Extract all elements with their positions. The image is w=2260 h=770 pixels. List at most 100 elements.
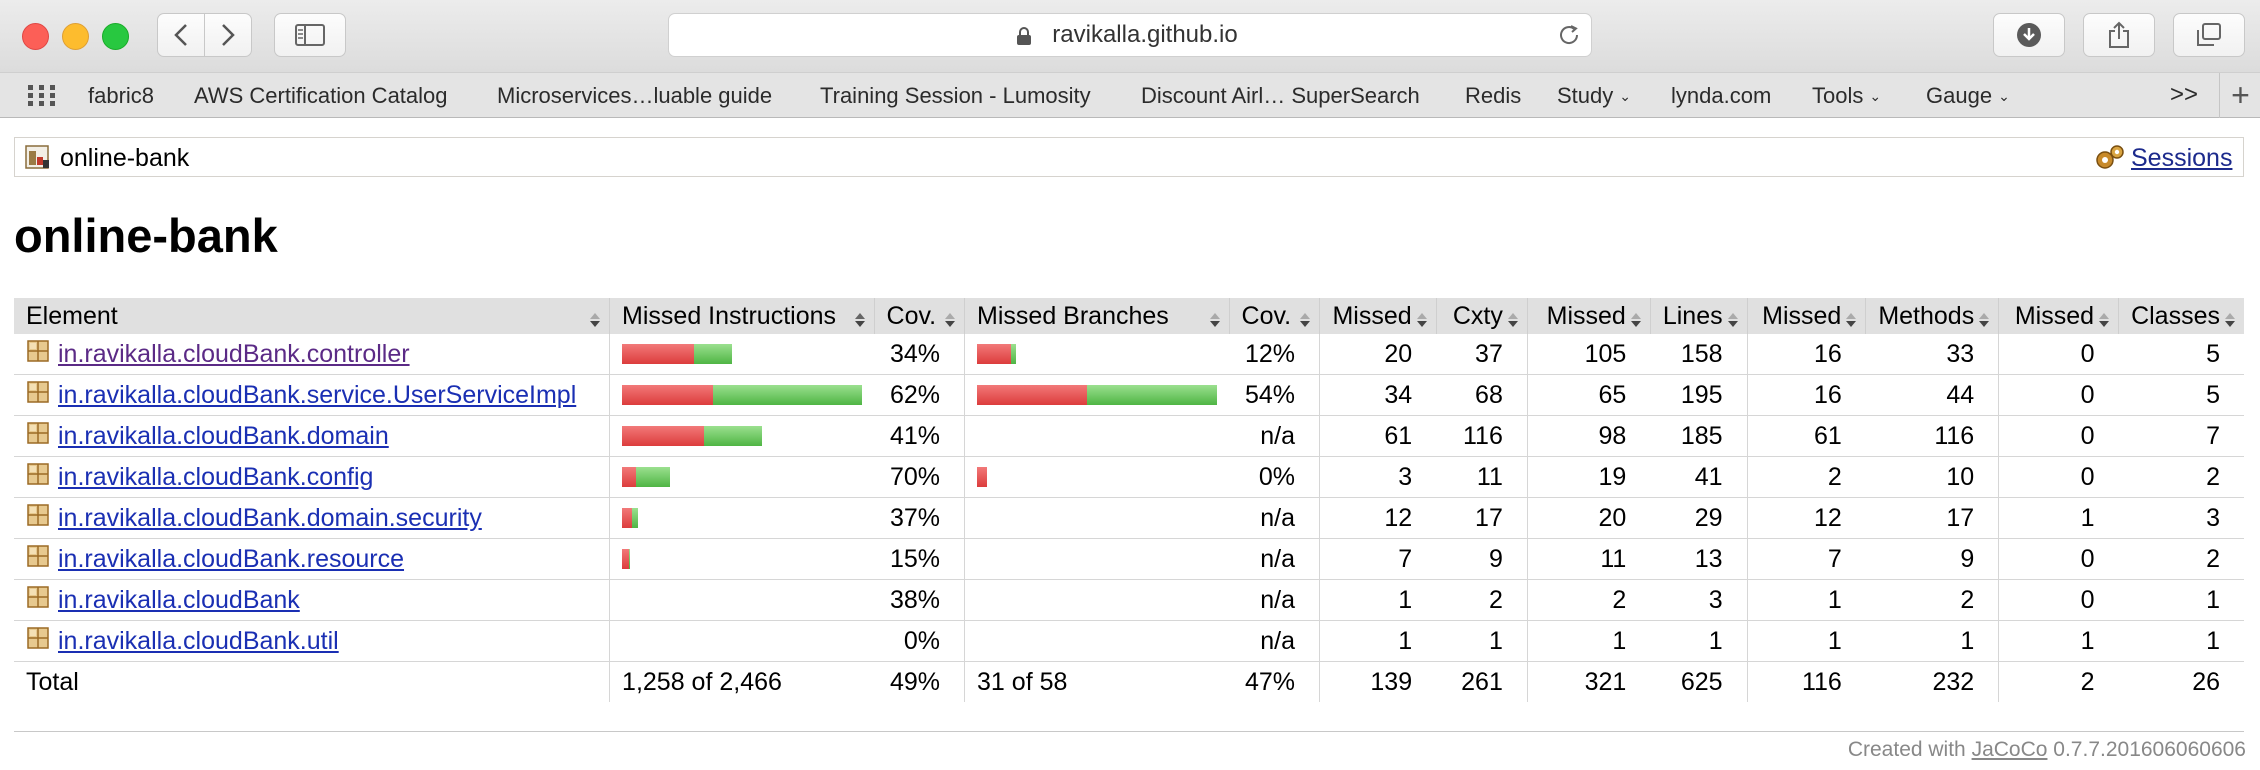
sidebar-icon [295, 24, 325, 46]
column-header-missed-classes[interactable]: Missed [1998, 298, 2119, 334]
bookmark-item[interactable]: Study ⌄ [1557, 83, 1631, 109]
column-header-complexity[interactable]: Cxty [1435, 298, 1528, 336]
package-link[interactable]: in.ravikalla.cloudBank.resource [58, 545, 404, 574]
total-row: Total 1,258 of 2,466 49% 31 of 58 47% 13… [14, 661, 2244, 702]
package-link[interactable]: in.ravikalla.cloudBank.config [58, 463, 373, 492]
package-link[interactable]: in.ravikalla.cloudBank.domain [58, 422, 389, 451]
package-link[interactable]: in.ravikalla.cloudBank.domain.security [58, 504, 482, 533]
bookmark-item[interactable]: Discount Airl… SuperSearch [1141, 83, 1420, 109]
covered-bar-segment [713, 385, 863, 405]
complexity: 1 [1436, 620, 1528, 662]
missed-instructions-cell [609, 620, 875, 662]
methods: 33 [1865, 334, 1999, 375]
package-icon [26, 462, 50, 493]
lock-icon [1016, 25, 1032, 53]
coverage-bar [622, 631, 862, 651]
footer-version: 0.7.7.201606060606 [2053, 738, 2246, 761]
column-header-label: Missed [1546, 301, 1626, 330]
bookmark-item[interactable]: AWS Certification Catalog [194, 83, 448, 109]
sort-arrows-icon [2224, 307, 2236, 336]
show-sidebar-button[interactable] [274, 13, 346, 57]
downloads-button[interactable] [1993, 13, 2065, 57]
column-header-label: Missed [1762, 301, 1842, 330]
column-header-label: Cxty [1452, 301, 1503, 330]
more-bookmarks-button[interactable]: >> [2170, 81, 2198, 109]
bookmark-label: lynda.com [1671, 83, 1772, 108]
reload-icon[interactable] [1557, 23, 1581, 54]
package-link[interactable]: in.ravikalla.cloudBank.util [58, 627, 339, 656]
column-header-label: Lines [1662, 301, 1723, 330]
column-header-methods[interactable]: Methods [1865, 298, 1999, 334]
element-cell: in.ravikalla.cloudBank.domain [14, 415, 610, 457]
package-icon [26, 380, 50, 411]
bookmark-item[interactable]: Tools ⌄ [1812, 83, 1881, 109]
missed-branches-cell [964, 579, 1230, 621]
branch-coverage: n/a [1229, 620, 1320, 662]
zoom-window-button[interactable] [102, 23, 129, 50]
lines: 1 [1650, 620, 1748, 662]
column-header-missed-methods[interactable]: Missed [1746, 298, 1866, 334]
sort-arrows-icon [1507, 307, 1519, 336]
show-tabs-button[interactable] [2173, 13, 2245, 57]
forward-button[interactable] [204, 13, 252, 57]
coverage-bar [622, 508, 862, 528]
coverage-table: Element Missed Instructions Cov. Missed Bra… [14, 298, 2244, 702]
lines: 3 [1650, 579, 1748, 621]
coverage-bar [977, 467, 1217, 487]
bookmark-item[interactable]: Training Session - Lumosity [820, 83, 1091, 109]
missed-classes: 0 [1998, 334, 2119, 375]
close-window-button[interactable] [22, 23, 49, 50]
bookmark-label: AWS Certification Catalog [194, 83, 448, 108]
column-header-classes[interactable]: Classes [2118, 298, 2244, 336]
column-header-missed-instructions[interactable]: Missed Instructions [609, 298, 875, 334]
bookmark-item[interactable]: Gauge ⌄ [1926, 83, 2010, 109]
sort-arrows-icon [1416, 307, 1428, 336]
bookmark-item[interactable]: lynda.com [1671, 83, 1771, 109]
package-icon [26, 544, 50, 575]
total-missed-complexity: 139 [1319, 661, 1437, 702]
missed-instructions-cell [609, 538, 875, 580]
missed-lines: 65 [1526, 374, 1651, 416]
coverage-bar [977, 426, 1217, 446]
missed-lines: 20 [1526, 497, 1651, 539]
column-header-label: Methods [1878, 301, 1975, 330]
column-header-branch-cov[interactable]: Cov. [1228, 298, 1320, 334]
missed-lines: 105 [1526, 334, 1651, 375]
classes: 1 [2118, 620, 2244, 662]
branch-coverage: 54% [1229, 374, 1320, 416]
missed-branches-cell [964, 415, 1230, 457]
column-header-missed-branches[interactable]: Missed Branches [964, 298, 1230, 336]
total-instruction-coverage: 49% [874, 661, 965, 702]
report-icon [25, 145, 51, 176]
covered-bar-segment [1011, 344, 1017, 364]
missed-branches-cell [964, 334, 1230, 375]
bookmark-item[interactable]: fabric8 [88, 83, 154, 109]
column-header-missed-complexity[interactable]: Missed [1319, 298, 1437, 336]
column-header-instruction-cov[interactable]: Cov. [873, 298, 965, 334]
minimize-window-button[interactable] [62, 23, 89, 50]
column-header-lines[interactable]: Lines [1649, 298, 1748, 334]
complexity: 17 [1436, 497, 1528, 539]
sessions-link[interactable]: Sessions [2131, 144, 2232, 173]
package-link[interactable]: in.ravikalla.cloudBank.controller [58, 340, 410, 369]
missed-complexity: 1 [1319, 579, 1437, 621]
back-button[interactable] [157, 13, 205, 57]
jacoco-link[interactable]: JaCoCo [1972, 738, 2048, 761]
column-header-missed-lines[interactable]: Missed [1526, 298, 1651, 334]
sort-arrows-icon [1209, 307, 1221, 336]
new-tab-button[interactable]: + [2219, 73, 2260, 118]
package-link[interactable]: in.ravikalla.cloudBank.service.UserServi… [58, 381, 576, 410]
missed-complexity: 61 [1319, 415, 1437, 457]
missed-methods: 1 [1746, 620, 1866, 662]
share-button[interactable] [2083, 13, 2155, 57]
address-bar[interactable]: ravikalla.github.io [668, 13, 1592, 57]
grid-apps-icon[interactable] [28, 85, 56, 113]
package-link[interactable]: in.ravikalla.cloudBank [58, 586, 300, 615]
bookmark-item[interactable]: Microservices…luable guide [497, 83, 772, 109]
sessions-gear-icon [2094, 143, 2126, 176]
bookmark-item[interactable]: Redis [1465, 83, 1521, 109]
column-header-element[interactable]: Element [14, 298, 610, 334]
table-row: in.ravikalla.cloudBank.controller 34% 12% 2… [14, 334, 2244, 375]
missed-complexity: 7 [1319, 538, 1437, 580]
covered-bar-segment [694, 344, 733, 364]
